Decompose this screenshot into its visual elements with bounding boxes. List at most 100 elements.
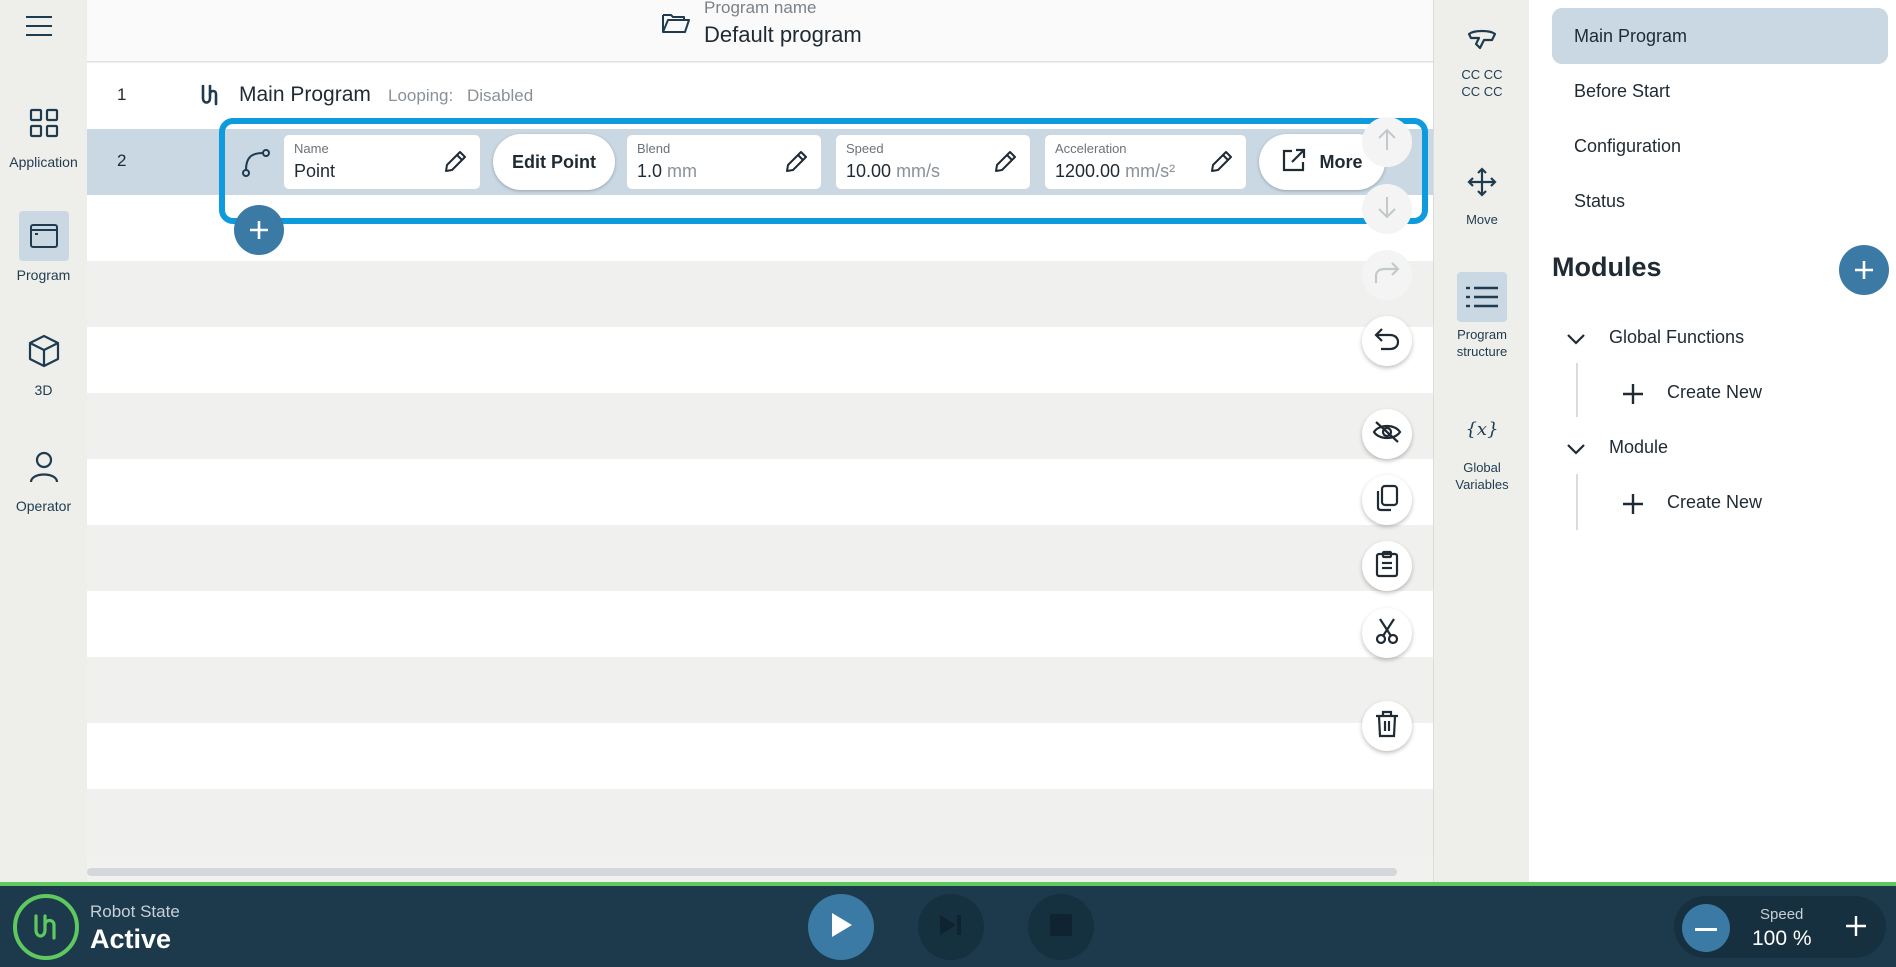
field-label: Blend	[637, 141, 671, 156]
tree-label: Create New	[1667, 492, 1763, 512]
grid-icon	[19, 98, 69, 148]
modules-title: Modules	[1552, 252, 1662, 282]
external-link-icon	[1281, 147, 1307, 178]
tool-label: Variables	[1455, 477, 1509, 492]
looping-label: Looping:	[388, 86, 454, 105]
minus-icon	[1695, 919, 1717, 937]
tool-label: Program	[1457, 327, 1507, 342]
field-label: Speed	[846, 141, 884, 156]
program-row-empty	[87, 327, 1433, 393]
undo-icon	[1373, 327, 1401, 356]
program-row-empty	[87, 591, 1433, 657]
tool-label: Global	[1463, 460, 1501, 475]
program-row-empty	[87, 393, 1433, 459]
row-number: 1	[117, 85, 127, 104]
name-field[interactable]: Name Point	[283, 134, 481, 190]
robot-state-label: Robot State	[90, 902, 180, 921]
pencil-icon[interactable]	[1208, 149, 1234, 180]
main-program-title: Main Program	[239, 83, 371, 106]
blend-field[interactable]: Blend 1.0 mm	[626, 134, 822, 190]
add-module-button[interactable]	[1839, 245, 1889, 295]
trash-icon	[1375, 710, 1399, 743]
speed-unit: mm/s	[896, 161, 941, 181]
field-value: 10.00 mm/s	[846, 161, 940, 182]
field-value: Point	[294, 161, 336, 181]
blend-unit: mm	[667, 161, 698, 181]
arrow-down-icon	[1376, 195, 1398, 224]
edit-point-button[interactable]: Edit Point	[493, 134, 615, 190]
nav-item-3d[interactable]: 3D	[0, 326, 87, 398]
cut-button[interactable]	[1362, 608, 1412, 658]
nav-item-application[interactable]: Application	[0, 98, 87, 170]
acceleration-value: 1200.00	[1055, 161, 1121, 181]
program-name-label: Program name	[704, 0, 817, 17]
copy-button[interactable]	[1362, 475, 1412, 525]
scissors-icon	[1374, 617, 1400, 650]
ur-logo-icon	[200, 84, 220, 111]
tool-tcp[interactable]: CC CC CC CC	[1434, 18, 1530, 100]
speed-control: Speed 100 %	[1674, 896, 1886, 958]
menu-icon[interactable]	[26, 16, 52, 38]
plus-icon	[1844, 914, 1868, 943]
section-main-program[interactable]: Main Program	[1552, 8, 1888, 64]
speed-decrease-button[interactable]	[1682, 904, 1730, 952]
delete-button[interactable]	[1362, 701, 1412, 751]
tool-label: CC CC	[1461, 67, 1503, 82]
window-icon	[18, 211, 69, 261]
program-row-empty	[87, 525, 1433, 591]
play-button[interactable]	[808, 894, 874, 960]
pencil-icon[interactable]	[783, 149, 809, 180]
horizontal-scrollbar[interactable]	[87, 868, 1397, 876]
paste-button[interactable]	[1362, 541, 1412, 591]
speed-field[interactable]: Speed 10.00 mm/s	[835, 134, 1031, 190]
redo-button[interactable]	[1362, 250, 1412, 300]
program-name[interactable]: Default program	[704, 22, 862, 48]
plus-icon	[1621, 382, 1645, 411]
step-button[interactable]	[918, 894, 984, 960]
tree-connector	[1576, 363, 1578, 417]
pencil-icon[interactable]	[992, 149, 1018, 180]
folder-icon[interactable]	[662, 12, 690, 39]
pencil-icon[interactable]	[442, 149, 468, 180]
program-sections-panel: Main Program Before Start Configuration …	[1529, 0, 1896, 882]
program-row-empty	[87, 723, 1433, 789]
tool-program-structure[interactable]: Program structure	[1434, 272, 1530, 360]
speed-value: 10.00	[846, 161, 892, 181]
move-arrows-icon	[1457, 157, 1507, 207]
chevron-down-icon	[1566, 440, 1586, 461]
tool-strip: CC CC CC CC Move Program structure {x} G…	[1433, 0, 1529, 882]
hide-button[interactable]	[1362, 409, 1412, 459]
field-label: Name	[294, 141, 329, 156]
list-icon	[1457, 272, 1507, 322]
move-down-button[interactable]	[1362, 184, 1412, 234]
tool-label: structure	[1456, 344, 1508, 359]
speed-increase-button[interactable]	[1832, 904, 1880, 952]
nav-item-operator[interactable]: Operator	[0, 442, 87, 514]
tool-label: Move	[1466, 212, 1498, 227]
field-label: Acceleration	[1055, 141, 1127, 156]
move-up-button[interactable]	[1362, 117, 1412, 167]
ur-logo-icon[interactable]	[13, 894, 79, 960]
acceleration-field[interactable]: Acceleration 1200.00 mm/s²	[1044, 134, 1247, 190]
nav-label: 3D	[34, 382, 53, 398]
eye-off-icon	[1372, 420, 1402, 449]
nav-item-program[interactable]: Program	[0, 211, 87, 283]
section-configuration[interactable]: Configuration	[1552, 118, 1888, 174]
acceleration-unit: mm/s²	[1125, 161, 1176, 181]
clipboard-icon	[1375, 550, 1399, 583]
section-before-start[interactable]: Before Start	[1552, 63, 1888, 119]
plus-icon	[1621, 492, 1645, 521]
section-status[interactable]: Status	[1552, 173, 1888, 229]
left-navigation: Application Program 3D Operator	[0, 0, 87, 882]
more-label: More	[1319, 151, 1363, 172]
tool-global-variables[interactable]: {x} Global Variables	[1434, 403, 1530, 493]
tcp-icon	[1457, 18, 1507, 62]
tree-label: Create New	[1667, 382, 1763, 402]
nav-label: Application	[9, 154, 78, 170]
redo-icon	[1373, 261, 1401, 290]
tool-move[interactable]: Move	[1434, 157, 1530, 228]
undo-button[interactable]	[1362, 316, 1412, 366]
program-row-empty	[87, 789, 1433, 855]
add-node-button[interactable]	[234, 205, 284, 255]
stop-button[interactable]	[1028, 894, 1094, 960]
